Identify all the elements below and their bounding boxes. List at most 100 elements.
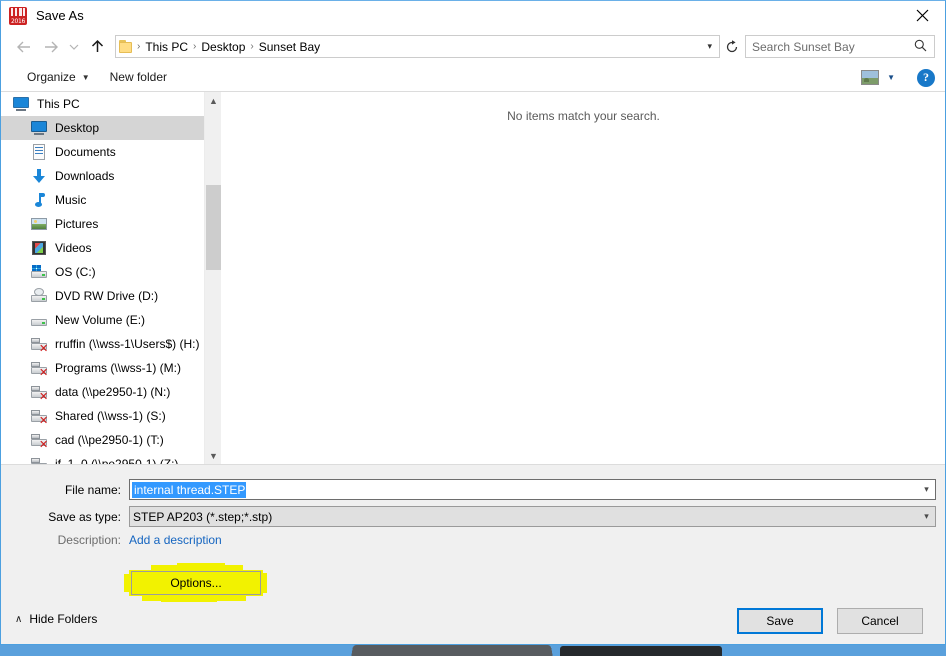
window-title: Save As	[36, 8, 84, 23]
organize-button[interactable]: Organize ▼	[17, 65, 100, 89]
chevron-up-icon: ∧	[15, 613, 23, 625]
sidebar-item-this-pc[interactable]: This PC	[1, 92, 221, 116]
preview-pane-button[interactable]	[855, 70, 885, 85]
network-drive-disconnected-icon: ✕	[31, 336, 48, 354]
sidebar-item-label: This PC	[37, 97, 80, 111]
scrollbar-thumb[interactable]	[206, 185, 221, 270]
breadcrumb-item-this-pc[interactable]: This PC	[141, 40, 192, 54]
sidebar-item-programs-m[interactable]: ✕ Programs (\\wss-1) (M:)	[1, 356, 221, 380]
sidebar-item-label: if_1_0 (\\pe2950-1) (Z:)	[55, 457, 179, 464]
search-placeholder: Search Sunset Bay	[752, 39, 855, 54]
refresh-icon[interactable]	[720, 35, 743, 58]
sidebar-item-label: OS (C:)	[55, 265, 96, 279]
file-list-view[interactable]: No items match your search.	[221, 92, 945, 464]
save-as-type-select[interactable]: STEP AP203 (*.step;*.stp) ▾	[129, 506, 936, 527]
save-as-type-label: Save as type:	[48, 509, 121, 524]
pictures-icon	[31, 216, 47, 232]
organize-label: Organize	[27, 70, 76, 84]
hide-folders-button[interactable]: ∧ Hide Folders	[15, 612, 97, 626]
network-drive-disconnected-icon: ✕	[31, 432, 48, 450]
dialog-body: This PC Desktop Documents Downloads Musi…	[1, 92, 945, 464]
chevron-down-icon: ▼	[81, 72, 90, 82]
desktop-icon	[31, 120, 47, 136]
address-bar[interactable]: › This PC › Desktop › Sunset Bay ▾	[115, 35, 720, 58]
dvd-drive-icon	[31, 288, 47, 304]
close-icon[interactable]	[899, 1, 945, 30]
chevron-down-icon[interactable]: ▾	[918, 507, 935, 526]
background-window-b	[560, 646, 722, 656]
description-row: Description: Add a description	[1, 533, 945, 547]
app-icon-glyphs	[11, 7, 25, 16]
save-as-dialog: 2016 Save As › This PC › Desktop › Sunse…	[0, 0, 946, 645]
sidebar-item-cad-t[interactable]: ✕ cad (\\pe2950-1) (T:)	[1, 428, 221, 452]
sidebar-item-label: Desktop	[55, 121, 100, 135]
solidworks-2016-icon: 2016	[9, 6, 27, 25]
sidebar-item-label: Programs (\\wss-1) (M:)	[55, 361, 181, 375]
navigation-pane-scrollbar[interactable]: ▲ ▼	[204, 92, 221, 464]
sidebar-item-data-n[interactable]: ✕ data (\\pe2950-1) (N:)	[1, 380, 221, 404]
back-arrow-icon[interactable]	[9, 34, 37, 60]
title-bar: 2016 Save As	[1, 1, 945, 30]
forward-arrow-icon[interactable]	[37, 34, 65, 60]
save-as-type-value: STEP AP203 (*.step;*.stp)	[133, 509, 273, 524]
breadcrumb-item-sunset-bay[interactable]: Sunset Bay	[255, 40, 324, 54]
sidebar-item-dvd-rw-drive-d[interactable]: DVD RW Drive (D:)	[1, 284, 221, 308]
sidebar-item-label: Shared (\\wss-1) (S:)	[55, 409, 166, 423]
chevron-down-icon[interactable]: ▾	[918, 480, 935, 499]
sidebar-item-label: DVD RW Drive (D:)	[55, 289, 159, 303]
command-toolbar: Organize ▼ New folder ▼ ?	[1, 63, 945, 92]
sidebar-item-label: cad (\\pe2950-1) (T:)	[55, 433, 164, 447]
options-button[interactable]: Options...	[131, 571, 261, 595]
breadcrumb-item-desktop[interactable]: Desktop	[197, 40, 249, 54]
address-chevron-down-icon[interactable]: ▾	[703, 41, 719, 52]
sidebar-item-documents[interactable]: Documents	[1, 140, 221, 164]
toolbar-right-group: ▼ ?	[855, 63, 935, 92]
sidebar-item-videos[interactable]: Videos	[1, 236, 221, 260]
this-pc-icon	[13, 96, 29, 112]
sidebar-item-label: Pictures	[55, 217, 99, 231]
search-icon	[912, 39, 934, 55]
chevron-down-icon[interactable]: ▼	[205, 447, 221, 464]
sidebar-item-os-c[interactable]: OS (C:)	[1, 260, 221, 284]
sidebar-item-label: Videos	[55, 241, 92, 255]
file-name-row: File name: internal thread.STEP ▾	[1, 479, 945, 500]
recent-locations-chevron-down-icon[interactable]	[65, 34, 83, 60]
sidebar-item-label: data (\\pe2950-1) (N:)	[55, 385, 171, 399]
sidebar-item-label: Downloads	[55, 169, 115, 183]
sidebar-item-label: Music	[55, 193, 87, 207]
sidebar-item-new-volume-e[interactable]: New Volume (E:)	[1, 308, 221, 332]
local-disk-icon	[31, 312, 47, 328]
sidebar-item-label: New Volume (E:)	[55, 313, 146, 327]
network-drive-disconnected-icon: ✕	[31, 408, 48, 426]
chevron-up-icon[interactable]: ▲	[205, 92, 221, 109]
sidebar-item-music[interactable]: Music	[1, 188, 221, 212]
sidebar-item-desktop[interactable]: Desktop	[1, 116, 221, 140]
help-button[interactable]: ?	[917, 68, 935, 87]
network-drive-disconnected-icon: ✕	[31, 384, 48, 402]
up-arrow-icon[interactable]	[83, 34, 111, 60]
sidebar-item-if-1-0-z[interactable]: ✕ if_1_0 (\\pe2950-1) (Z:)	[1, 452, 221, 464]
save-button[interactable]: Save	[737, 608, 823, 634]
sidebar-item-shared-s[interactable]: ✕ Shared (\\wss-1) (S:)	[1, 404, 221, 428]
folder-icon	[119, 40, 135, 53]
sidebar-item-rruffin-h[interactable]: ✕ rruffin (\\wss-1\Users$) (H:)	[1, 332, 221, 356]
sidebar-item-label: Documents	[55, 145, 116, 159]
preview-pane-icon	[861, 70, 880, 85]
empty-state-message: No items match your search.	[507, 109, 660, 123]
sidebar-item-label: rruffin (\\wss-1\Users$) (H:)	[55, 337, 200, 351]
add-description-link[interactable]: Add a description	[129, 533, 222, 547]
new-folder-button[interactable]: New folder	[100, 65, 177, 89]
highlight-stroke	[161, 599, 217, 602]
view-options-chevron-down-icon[interactable]: ▼	[885, 73, 907, 82]
search-input[interactable]: Search Sunset Bay	[745, 35, 935, 58]
sidebar-item-pictures[interactable]: Pictures	[1, 212, 221, 236]
local-disk-icon	[31, 264, 47, 280]
music-icon	[31, 192, 47, 208]
background-window-a	[350, 645, 554, 656]
description-label: Description:	[57, 533, 121, 547]
cancel-button[interactable]: Cancel	[837, 608, 923, 634]
file-name-input[interactable]: internal thread.STEP ▾	[129, 479, 936, 500]
downloads-icon	[31, 168, 47, 184]
sidebar-item-downloads[interactable]: Downloads	[1, 164, 221, 188]
save-as-type-row: Save as type: STEP AP203 (*.step;*.stp) …	[1, 506, 945, 527]
